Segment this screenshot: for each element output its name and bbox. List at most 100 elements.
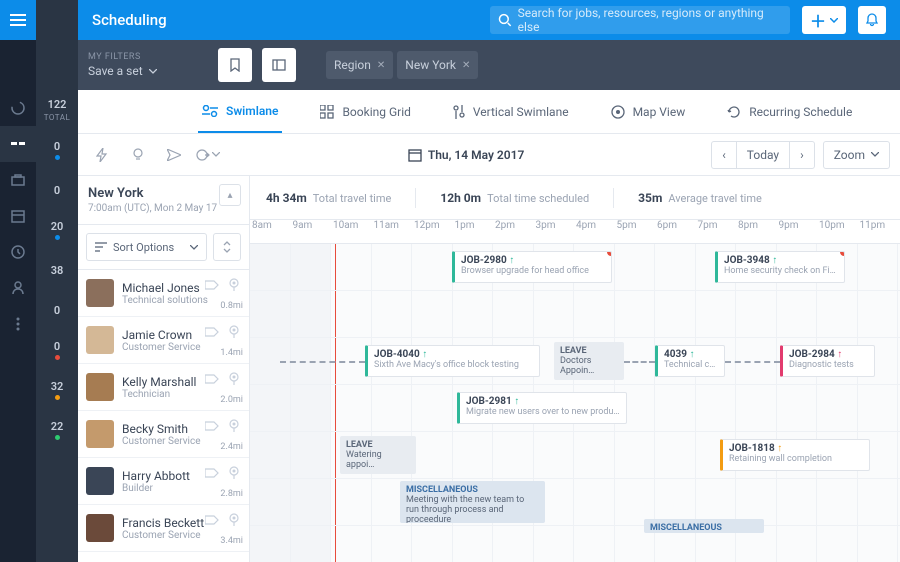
leave-block[interactable]: LEAVEDoctors Appoin… bbox=[554, 342, 624, 380]
rail-briefcase-icon[interactable] bbox=[0, 162, 36, 198]
resource-row[interactable]: Harry AbbottBuilder 2.8mi bbox=[78, 458, 249, 505]
travel-segment bbox=[624, 361, 655, 363]
count-item[interactable]: 22 bbox=[36, 410, 78, 450]
count-item[interactable]: 32 bbox=[36, 370, 78, 410]
resource-row[interactable]: Michael JonesTechnical solutions 0.8mi bbox=[78, 270, 249, 317]
search-placeholder: Search for jobs, resources, regions or a… bbox=[518, 6, 782, 34]
count-item[interactable]: 0 bbox=[36, 330, 78, 370]
expand-collapse-button[interactable] bbox=[213, 233, 241, 261]
resource-role: Customer Service bbox=[122, 436, 201, 447]
travel-segment bbox=[725, 361, 780, 363]
location-name: New York bbox=[88, 186, 239, 201]
misc-block[interactable]: MISCELLANEOUSMeeting with the new team t… bbox=[400, 481, 545, 523]
bulb-button[interactable] bbox=[124, 141, 152, 169]
job-desc: Sixth Ave Macy's office block testing bbox=[374, 360, 533, 370]
job-block[interactable]: 4039 ↑Technical che… bbox=[655, 345, 725, 377]
hour-label: 11am bbox=[372, 220, 413, 243]
count-item[interactable]: 0 bbox=[36, 170, 78, 210]
job-block[interactable]: JOB-4040 ↑Sixth Ave Macy's office block … bbox=[365, 345, 540, 377]
resource-name: Francis Beckett bbox=[122, 516, 204, 530]
rail-user-icon[interactable] bbox=[0, 270, 36, 306]
pin-icon bbox=[225, 417, 243, 435]
rail-history-icon[interactable] bbox=[0, 234, 36, 270]
view-tab[interactable]: Map View bbox=[607, 90, 690, 133]
filter-bar: MY FILTERS Save a set Region✕New York✕ bbox=[78, 40, 900, 90]
count-item[interactable]: 0 bbox=[36, 130, 78, 170]
bookmark-button[interactable] bbox=[218, 48, 252, 82]
hour-label: 8am bbox=[250, 220, 291, 243]
today-button[interactable]: Today bbox=[736, 141, 790, 169]
top-bar: Scheduling Search for jobs, resources, r… bbox=[78, 0, 900, 40]
count-total[interactable]: 122 TOTAL bbox=[36, 90, 78, 130]
timeline-row[interactable] bbox=[250, 291, 900, 338]
chip-remove-icon[interactable]: ✕ bbox=[377, 60, 385, 71]
current-date[interactable]: Thu, 14 May 2017 bbox=[408, 148, 525, 162]
bolt-button[interactable] bbox=[88, 141, 116, 169]
resource-row[interactable]: Jamie CrownCustomer Service 1.4mi bbox=[78, 317, 249, 364]
calendar-icon bbox=[408, 148, 422, 162]
job-block[interactable]: JOB-2980 ↑Browser upgrade for head offic… bbox=[452, 251, 612, 283]
count-item[interactable]: 0 bbox=[36, 290, 78, 330]
notifications-button[interactable] bbox=[858, 6, 886, 34]
rail-more-icon[interactable] bbox=[0, 306, 36, 342]
hour-label: 5pm bbox=[615, 220, 656, 243]
panel-button[interactable] bbox=[262, 48, 296, 82]
view-tab[interactable]: Swimlane bbox=[198, 90, 282, 133]
zoom-button[interactable]: Zoom bbox=[823, 141, 890, 169]
job-block[interactable]: JOB-3948 ↑Home security check on Fif… bbox=[715, 251, 845, 283]
new-button[interactable]: ＋ bbox=[802, 6, 846, 34]
travel-segment bbox=[280, 361, 365, 363]
resource-row[interactable]: Becky SmithCustomer Service 2.4mi bbox=[78, 411, 249, 458]
expand-icon bbox=[222, 241, 232, 253]
count-item[interactable]: 20 bbox=[36, 210, 78, 250]
job-desc: Browser upgrade for head office bbox=[461, 266, 605, 276]
job-block[interactable]: JOB-2984 ↑Diagnostic tests bbox=[780, 345, 875, 377]
chevron-down-icon bbox=[190, 245, 198, 250]
job-id: JOB-3948 ↑ bbox=[724, 255, 838, 266]
view-tab-icon bbox=[453, 105, 465, 119]
filter-chip[interactable]: New York✕ bbox=[397, 51, 478, 79]
app-logo[interactable] bbox=[0, 0, 36, 40]
pin-icon bbox=[225, 370, 243, 388]
bell-icon bbox=[865, 13, 879, 27]
avatar bbox=[86, 467, 114, 495]
misc-block[interactable]: MISCELLANEOUS bbox=[644, 519, 764, 533]
chip-remove-icon[interactable]: ✕ bbox=[462, 60, 470, 71]
count-item[interactable]: 38 bbox=[36, 250, 78, 290]
job-block[interactable]: JOB-1818 ↑Retaining wall completion bbox=[720, 439, 870, 471]
view-tab[interactable]: Recurring Schedule bbox=[723, 90, 856, 133]
timeline-rows[interactable]: JOB-2980 ↑Browser upgrade for head offic… bbox=[250, 244, 900, 562]
filter-chip[interactable]: Region✕ bbox=[326, 51, 393, 79]
view-tab-icon bbox=[320, 105, 334, 119]
hour-label: 4pm bbox=[574, 220, 615, 243]
hour-label: 7pm bbox=[696, 220, 737, 243]
search-input[interactable]: Search for jobs, resources, regions or a… bbox=[490, 6, 790, 34]
resource-row[interactable]: Kelly MarshallTechnician 2.0mi bbox=[78, 364, 249, 411]
view-tab[interactable]: Vertical Swimlane bbox=[449, 90, 573, 133]
bulb-icon bbox=[132, 148, 144, 162]
sort-dropdown[interactable]: Sort Options bbox=[86, 233, 207, 261]
timeline-row[interactable] bbox=[250, 479, 900, 526]
export-button[interactable] bbox=[196, 141, 220, 169]
rail-swimlane-icon[interactable] bbox=[0, 126, 36, 162]
send-button[interactable] bbox=[160, 141, 188, 169]
pin-icon bbox=[225, 276, 243, 294]
job-desc: Home security check on Fif… bbox=[724, 266, 838, 276]
collapse-button[interactable]: ▴ bbox=[219, 184, 241, 206]
filters-dropdown[interactable]: Save a set bbox=[88, 64, 208, 78]
prev-day-button[interactable]: ‹ bbox=[711, 141, 737, 169]
bookmark-icon bbox=[228, 58, 242, 72]
timeline: 4h 34mTotal travel time 12h 0mTotal time… bbox=[250, 176, 900, 562]
leave-block[interactable]: LEAVEWatering appoi… bbox=[340, 436, 416, 474]
job-block[interactable]: JOB-2981 ↑Migrate new users over to new … bbox=[457, 392, 627, 424]
filters-label: MY FILTERS bbox=[88, 52, 208, 62]
timeline-stats: 4h 34mTotal travel time 12h 0mTotal time… bbox=[250, 176, 900, 220]
view-tab[interactable]: Booking Grid bbox=[316, 90, 414, 133]
tag-icon bbox=[203, 370, 221, 388]
resource-row[interactable]: Francis BeckettCustomer Service 3.4mi bbox=[78, 505, 249, 552]
rail-activity-icon[interactable] bbox=[0, 90, 36, 126]
tag-icon bbox=[203, 276, 221, 294]
counts-column: 122 TOTAL 002038003222 bbox=[36, 0, 78, 562]
rail-calendar-icon[interactable] bbox=[0, 198, 36, 234]
next-day-button[interactable]: › bbox=[789, 141, 815, 169]
